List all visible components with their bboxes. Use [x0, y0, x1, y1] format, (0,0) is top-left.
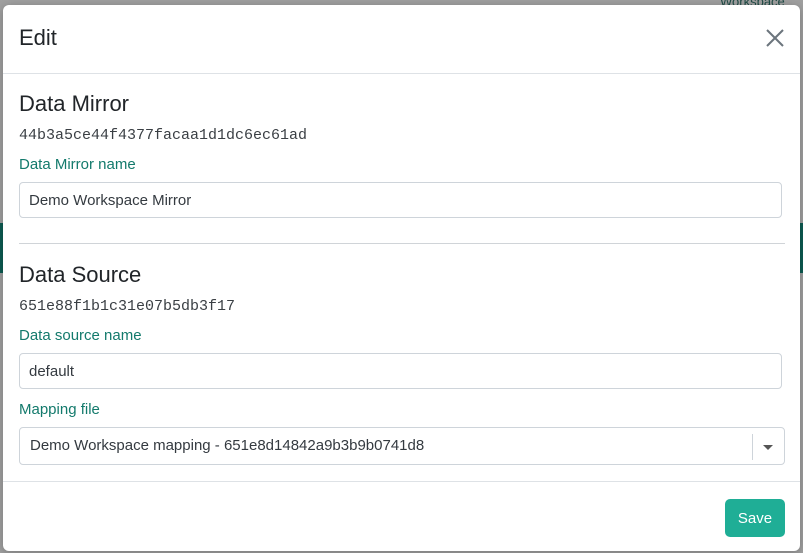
modal-header: Edit — [3, 5, 800, 74]
close-icon[interactable] — [764, 27, 786, 49]
data-source-id: 651e88f1b1c31e07b5db3f17 — [19, 298, 236, 315]
data-source-heading: Data Source — [19, 262, 142, 287]
mapping-file-select[interactable]: Demo Workspace mapping - 651e8d14842a9b3… — [19, 427, 785, 465]
modal-footer: Save — [3, 481, 800, 551]
mapping-file-label: Mapping file — [19, 401, 100, 418]
chevron-down-icon[interactable] — [762, 441, 774, 453]
save-button[interactable]: Save — [725, 499, 785, 537]
data-mirror-id: 44b3a5ce44f4377facaa1d1dc6ec61ad — [19, 127, 308, 144]
edit-modal: Edit Data Mirror 44b3a5ce44f4377facaa1d1… — [3, 5, 800, 551]
data-mirror-name-label: Data Mirror name — [19, 156, 136, 173]
data-source-name-input[interactable] — [19, 353, 782, 389]
modal-title: Edit — [19, 25, 57, 50]
select-separator — [752, 434, 753, 460]
mapping-file-value: Demo Workspace mapping - 651e8d14842a9b3… — [30, 437, 425, 454]
data-mirror-name-input[interactable] — [19, 182, 782, 218]
section-divider — [19, 243, 785, 244]
data-mirror-heading: Data Mirror — [19, 91, 130, 116]
data-source-name-label: Data source name — [19, 327, 142, 344]
